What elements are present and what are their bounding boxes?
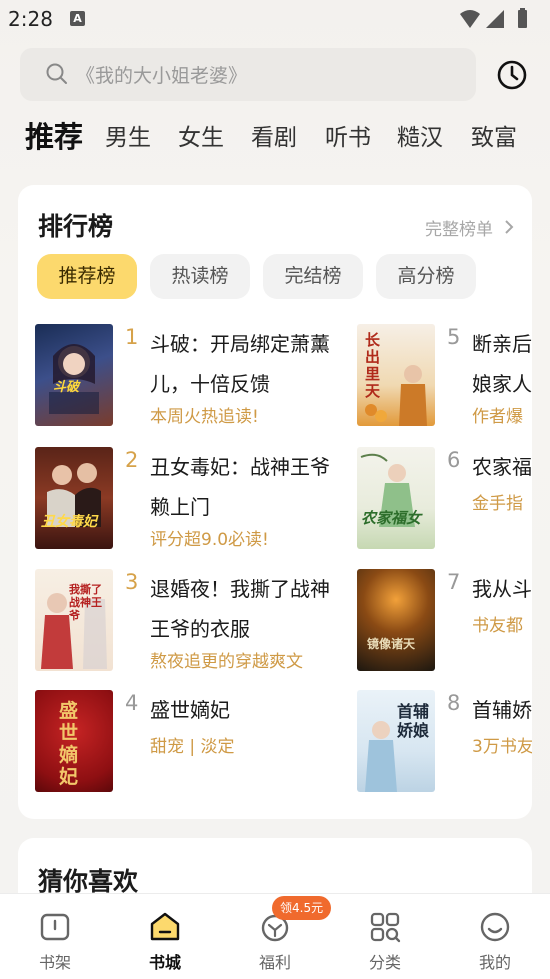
nav-label: 福利	[258, 953, 291, 972]
book-tag: 评分超9.0必读!	[150, 530, 269, 550]
book-item[interactable]: 盛世嫡妃 4 盛世嫡妃 甜宠 | 淡定	[35, 690, 335, 795]
cover-title: 盛世嫡妃	[59, 700, 79, 788]
status-time: 2:28	[8, 7, 53, 31]
book-item[interactable]: 长出里天 5 断亲后 娘家人 作者爆	[357, 324, 532, 429]
book-title: 斗破：开局绑定萧薰儿，十倍反馈	[150, 332, 330, 396]
book-tag: 作者爆	[472, 407, 523, 427]
full-ranking-link[interactable]: 完整榜单	[425, 215, 493, 240]
book-item[interactable]: 丑女毒妃 2 丑女毒妃：战神王爷赖上门 评分超9.0必读!	[35, 447, 335, 552]
book-title: 退婚夜！我撕了战神王爷的衣服	[150, 577, 330, 641]
welfare-badge[interactable]: 领4.5元	[272, 896, 332, 920]
book-rank: 3	[125, 570, 139, 594]
book-rank: 1	[125, 325, 139, 349]
book-cover[interactable]: 丑女毒妃	[35, 447, 113, 549]
book-item[interactable]: 首辅娇娘 8 首辅娇 3万书友	[357, 690, 532, 795]
book-title: 农家福	[472, 455, 532, 479]
book-tag: 本周火热追读!	[150, 407, 259, 427]
cover-title: 丑女毒妃	[41, 514, 97, 530]
book-item[interactable]: 我撕了战神王爷 3 退婚夜！我撕了战神王爷的衣服 熬夜追更的穿越爽文	[35, 569, 335, 674]
book-cover[interactable]: 斗破	[35, 324, 113, 426]
status-bar: 2:28 A	[0, 0, 550, 38]
book-tag: 3万书友	[472, 737, 532, 757]
nav-label: 分类	[368, 953, 401, 972]
book-cover[interactable]: 长出里天	[357, 324, 435, 426]
book-cover[interactable]: 镜像诸天	[357, 569, 435, 671]
status-indicators-icon	[460, 8, 527, 28]
book-title: 我从斗	[472, 577, 532, 601]
book-title: 盛世嫡妃	[150, 698, 230, 722]
search-placeholder: 《我的大小姐老婆》	[76, 65, 248, 87]
book-rank: 5	[447, 325, 461, 349]
book-rank: 6	[447, 448, 461, 472]
book-rank: 7	[447, 570, 461, 594]
book-cover[interactable]: 农家福女	[357, 447, 435, 549]
book-rank: 2	[125, 448, 139, 472]
book-title: 首辅娇	[472, 698, 532, 722]
cover-art-icon	[49, 344, 99, 414]
tab-recommend[interactable]: 推荐	[25, 118, 83, 156]
chevron-right-icon[interactable]	[504, 219, 514, 235]
cover-title: 长出里天	[365, 331, 381, 400]
filter-high-score[interactable]: 高分榜	[376, 254, 476, 299]
ranking-card: 排行榜 完整榜单 推荐榜 热读榜 完结榜 高分榜 斗破 1 斗破：开局绑定萧薰儿…	[18, 185, 532, 819]
book-cover[interactable]: 首辅娇娘	[357, 690, 435, 792]
book-tag: 金手指	[472, 494, 523, 514]
tab-drama[interactable]: 看剧	[251, 118, 297, 152]
book-cover[interactable]: 盛世嫡妃	[35, 690, 113, 792]
cover-art-icon	[360, 453, 415, 527]
cover-title: 斗破	[53, 380, 80, 395]
book-rank: 4	[125, 691, 139, 715]
book-tag: 甜宠 | 淡定	[150, 737, 235, 757]
nav-mine[interactable]: 我的	[440, 894, 550, 979]
category-tabs: 推荐 男生 女生 看剧 听书 糙汉 致富	[25, 118, 550, 168]
cover-art-icon	[47, 463, 101, 527]
cover-title: 农家福女	[361, 509, 422, 527]
nav-label: 书城	[148, 953, 181, 972]
cover-title: 镜像诸天	[367, 637, 416, 651]
profile-smile-icon	[480, 912, 510, 942]
tab-female[interactable]: 女生	[178, 118, 224, 152]
ranking-title: 排行榜	[38, 212, 114, 241]
search-bar[interactable]: 《我的大小姐老婆》	[20, 48, 476, 101]
nav-bookstore[interactable]: 书城	[110, 894, 220, 979]
history-clock-icon[interactable]	[496, 59, 528, 91]
book-title: 丑女毒妃：战神王爷赖上门	[150, 455, 330, 519]
filter-finished[interactable]: 完结榜	[263, 254, 363, 299]
notification-icon: A	[70, 11, 85, 26]
bookshelf-icon	[40, 913, 70, 941]
bookstore-home-icon	[150, 912, 180, 941]
cover-title: 我撕了战神王爷	[69, 583, 102, 622]
nav-category[interactable]: 分类	[330, 894, 440, 979]
book-item[interactable]: 斗破 1 斗破：开局绑定萧薰儿，十倍反馈 本周火热追读!	[35, 324, 335, 429]
nav-label: 书架	[38, 953, 71, 972]
nav-label: 我的	[478, 953, 511, 972]
nav-bookshelf[interactable]: 书架	[0, 894, 110, 979]
tab-wealth[interactable]: 致富	[471, 118, 517, 152]
category-grid-icon	[370, 912, 401, 943]
filter-hot[interactable]: 热读榜	[150, 254, 250, 299]
cover-title: 首辅娇娘	[397, 702, 430, 740]
book-rank: 8	[447, 691, 461, 715]
filter-recommend[interactable]: 推荐榜	[37, 254, 137, 299]
book-tag: 书友都	[472, 616, 523, 636]
book-cover[interactable]: 我撕了战神王爷	[35, 569, 113, 671]
book-item[interactable]: 农家福女 6 农家福 金手指	[357, 447, 532, 552]
tab-audiobook[interactable]: 听书	[325, 118, 371, 152]
book-item[interactable]: 镜像诸天 7 我从斗 书友都	[357, 569, 532, 674]
book-title: 断亲后	[472, 332, 532, 356]
tab-rough-man[interactable]: 糙汉	[397, 118, 443, 152]
tab-male[interactable]: 男生	[105, 118, 151, 152]
book-title-line2: 娘家人	[472, 372, 532, 396]
book-tag: 熬夜追更的穿越爽文	[150, 652, 303, 672]
search-icon	[46, 63, 67, 84]
